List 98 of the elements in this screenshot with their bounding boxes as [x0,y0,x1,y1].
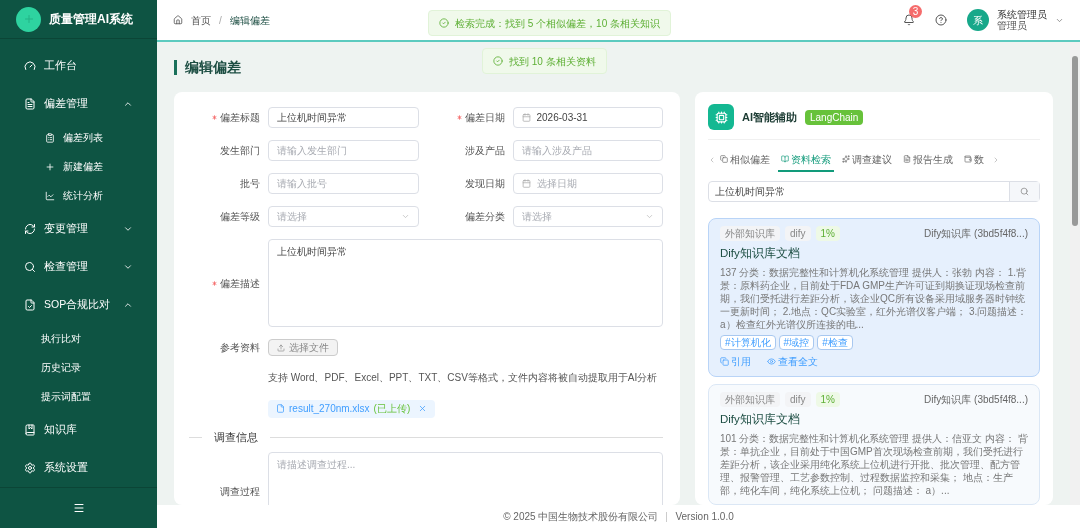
field-label: 发生部门 [219,144,261,158]
chart-icon [45,190,55,201]
copy-icon [720,155,728,163]
file-icon [276,404,285,413]
breadcrumb-link[interactable]: 首页 [191,12,211,28]
sidebar-item[interactable]: 检查管理 [0,250,157,285]
panel-title: AI智能辅助 [742,109,797,125]
eye-icon [767,356,776,366]
sidebar-item[interactable]: 偏差管理 [0,87,157,122]
breadcrumb-link[interactable]: 编辑偏差 [229,12,270,28]
submenu-item[interactable]: 提示词配置 [0,382,157,412]
tag: 外部知识库 [720,225,780,241]
field-label: 偏差日期 [428,110,513,125]
field-label: 偏差描述 [184,239,268,327]
submenu-item[interactable]: 执行比对 [0,324,157,354]
result-card[interactable]: 外部知识库 dify 1% Dify知识库 (3bd5f4f8...) Dify知识库文档 101 分类：数据完整性和计算机化系统管理 提供人：信亚文 内容： 背景：单抗企业，目前处于中国GMP首次现场检查前期，我们受托进行差距分析，该企业采用纯化系统上位机进行开批、批次管理、配方管理、报警管理、工艺参数控制、过程数据监控和采集； 地点：生产部，纯化车间，纯化系统上位机； 问题描述： a）... [708,383,1040,505]
logo-icon [16,6,41,32]
notification-bell-icon[interactable] [903,14,915,26]
section-title: 调查信息 [214,430,258,445]
sidebar-item[interactable]: SOP合规比对 [0,288,157,323]
refresh-icon [24,223,36,236]
calendar-icon [521,113,531,122]
input-field[interactable]: 上位机时间异常 [268,107,419,128]
sparkle-icon [842,155,850,163]
sidebar-item[interactable]: 知识库 [0,413,157,448]
plus-icon [45,161,55,172]
field-label: 批号 [239,177,261,191]
tag: 外部知识库 [720,391,780,407]
tag: 1% [815,225,840,241]
user-role: 管理员 [997,20,1028,31]
submenu-item[interactable]: 偏差列表 [0,123,157,153]
result-title: Dify知识库文档 [720,411,801,427]
menu-icon [72,502,85,515]
chevron-down-icon [400,212,410,221]
version-text: Version 1.0.0 [675,510,734,524]
panel-tab[interactable]: 报告生成 [900,148,956,172]
document-icon [24,98,36,111]
field-label: 发现日期 [463,177,506,191]
copyright-text: © 2025 中国生物技术股份有限公司 [503,510,659,524]
sidebar-item[interactable]: 系统设置 [0,451,157,486]
source-label: Dify知识库 (3bd5f4f8...) [924,226,1028,241]
copy-icon [720,356,729,366]
sidebar-item[interactable]: 变更管理 [0,212,157,247]
field-label: 参考资料 [219,341,261,355]
source-label: Dify知识库 (3bd5f4f8...) [924,392,1028,407]
field-label: 涉及产品 [463,144,506,158]
panel-tab[interactable]: 资料检索 [778,148,834,172]
upload-icon [277,343,285,352]
tag: 1% [815,391,840,407]
help-icon[interactable] [935,14,947,26]
settings-icon [24,462,36,475]
panel-tab[interactable]: 数 [961,148,987,172]
field-label: 偏差等级 [219,210,261,224]
search-button[interactable] [1009,182,1039,201]
field-label: 偏差分类 [463,210,506,224]
page-title: 编辑偏差 [185,57,241,77]
app-title: 质量管理AI系统 [49,11,133,29]
date-field[interactable]: 2026-03-31 [512,107,663,128]
result-snippet: 137 分类：数据完整性和计算机化系统管理 提供人：张勃 内容： 1.背景：原料药企业，目前处于FDA GMP生产许可证到期换证现场检查前期，我们受托进行差距分析，该企业QC所有设备采用域服务器时钟统一更新时间； 2.地点：QC实验室，红外光谱仪客户端； 3.问题描述： a）检查红外光谱仪所连接的电... [720,265,1028,331]
sidebar-item[interactable]: 工作台 [0,49,157,84]
submenu-item[interactable]: 新建偏差 [0,152,157,182]
field-label: 偏差标题 [184,110,268,125]
gauge-icon [24,60,36,73]
notification-count: 3 [909,5,922,18]
panel-tab[interactable]: 相似偏差 [717,148,773,172]
submenu-item[interactable]: 统计分析 [0,181,157,211]
wallet-icon [964,155,972,163]
clipboard-icon [45,132,55,143]
book-icon [781,155,789,163]
result-title: Dify知识库文档 [720,245,801,261]
tag: dify [785,225,811,241]
submenu-item[interactable]: 历史记录 [0,353,157,383]
document-icon [903,155,911,163]
search-icon [1020,186,1029,196]
toast: 找到 10 条相关资料 [482,48,607,74]
chevron-down-icon [645,212,654,221]
description-field[interactable]: 上位机时间异常 [268,239,663,327]
toast: 检索完成：找到 5 个相似偏差，10 条相关知识 [428,10,672,36]
langchain-badge: LangChain [805,109,864,125]
book-icon [24,424,36,437]
panel-tab[interactable]: 调查建议 [839,148,895,172]
scroll-right-icon[interactable] [992,156,1000,164]
check-icon [493,56,503,66]
user-name: 系统管理员 [997,9,1047,20]
document-check-icon [24,299,36,312]
scroll-left-icon[interactable] [708,156,716,164]
home-icon[interactable] [173,15,183,25]
search-icon [24,261,36,274]
tag: dify [785,391,811,407]
check-icon [439,18,449,28]
chip-icon [708,104,734,130]
upload-hint: 支持 Word、PDF、Excel、PPT、TXT、CSV等格式，文件内容将被自动提取用于AI分析 [268,372,658,383]
breadcrumb-separator: / [219,13,222,28]
search-field[interactable]: 上位机时间异常 [708,181,1040,202]
calendar-icon [521,179,531,188]
result-snippet: 101 分类：数据完整性和计算机化系统管理 提供人：信亚文 内容： 背景：单抗企业，目前处于中国GMP首次现场检查前期，我们受托进行差距分析，该企业采用纯化系统上位机进行开批、批次管理、配方管理、报警管理、工艺参数控制、过程数据监控和采集； 地点：生产部，纯化车间，纯化系统上位机； 问题描述： a）... [720,432,1028,497]
remove-icon[interactable] [418,404,428,413]
field-label: 调查过程 [219,485,261,500]
